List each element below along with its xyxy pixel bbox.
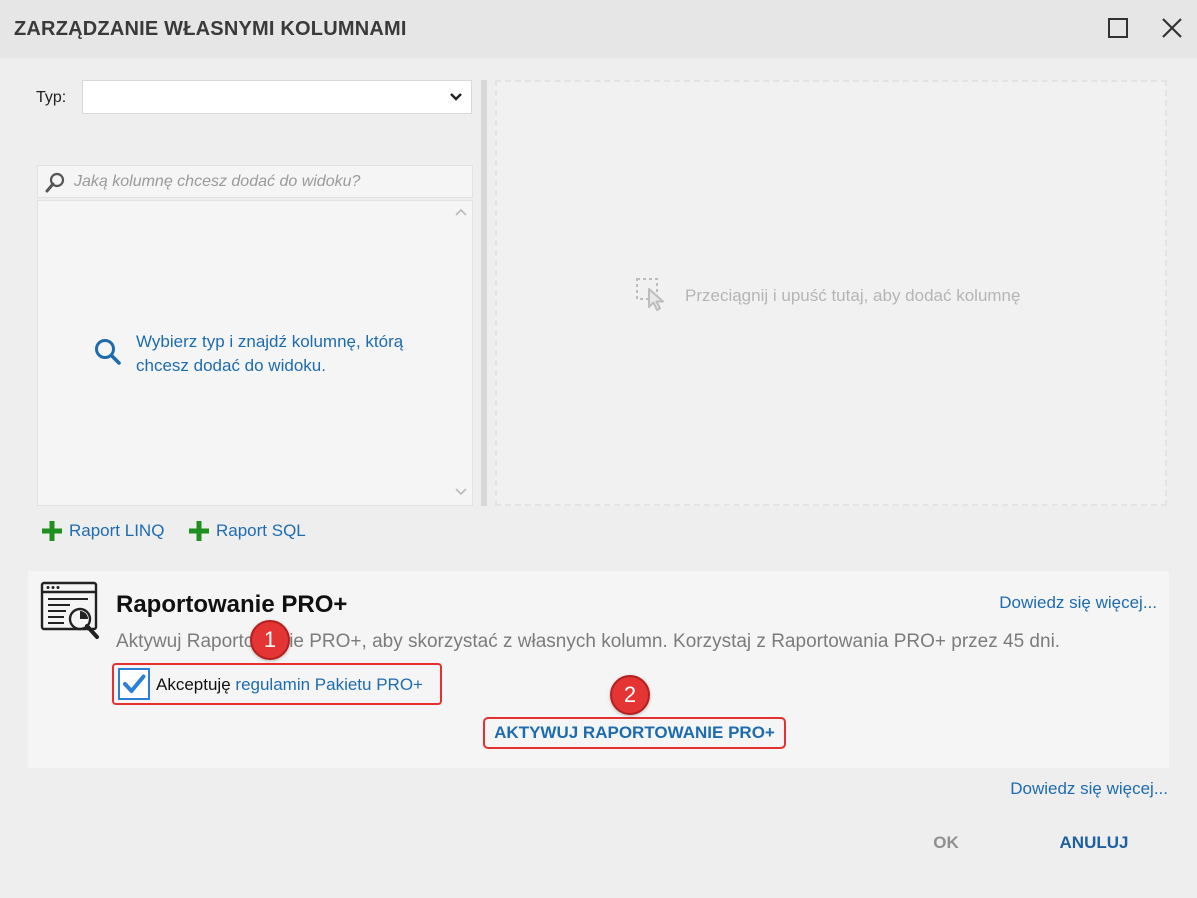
plus-icon	[189, 521, 209, 541]
drop-zone[interactable]: Przeciągnij i upuść tutaj, aby dodać kol…	[495, 80, 1167, 506]
maximize-icon[interactable]	[1104, 14, 1132, 42]
add-sql-report-label: Raport SQL	[216, 521, 306, 540]
add-linq-report-label: Raport LINQ	[69, 521, 165, 540]
annotation-badge-2: 2	[610, 675, 650, 715]
scroll-down-icon[interactable]	[454, 487, 468, 497]
type-select[interactable]	[82, 80, 472, 114]
cancel-button[interactable]: ANULUJ	[1050, 830, 1138, 856]
close-icon[interactable]	[1158, 14, 1186, 42]
accept-terms-highlight: Akceptuję regulamin Pakietu PRO+	[112, 663, 442, 705]
pro-plus-panel: Raportowanie PRO+ Dowiedz się więcej... …	[28, 571, 1169, 768]
pro-learn-more-link[interactable]: Dowiedz się więcej...	[999, 593, 1157, 613]
dialog-title: ZARZĄDZANIE WŁASNYMI KOLUMNAMI	[14, 18, 407, 40]
type-label: Typ:	[36, 89, 67, 106]
list-hint-text: Wybierz typ i znajdź kolumnę, którą chce…	[136, 332, 404, 375]
terms-link[interactable]: regulamin Pakietu PRO+	[235, 675, 423, 694]
footer-learn-more-link[interactable]: Dowiedz się więcej...	[1010, 779, 1168, 799]
add-linq-report-link[interactable]: Raport LINQ	[41, 520, 164, 542]
drag-drop-icon	[636, 278, 664, 311]
accept-terms-checkbox[interactable]	[118, 668, 150, 700]
accept-prefix: Akceptuję	[156, 675, 231, 694]
add-sql-report-link[interactable]: Raport SQL	[188, 520, 306, 542]
title-bar: ZARZĄDZANIE WŁASNYMI KOLUMNAMI	[0, 0, 1197, 58]
scroll-up-icon[interactable]	[454, 207, 468, 217]
plus-icon	[42, 521, 62, 541]
report-icon	[40, 581, 99, 639]
activate-pro-plus-button[interactable]: AKTYWUJ RAPORTOWANIE PRO+	[483, 717, 786, 749]
chevron-down-icon	[450, 93, 462, 101]
search-icon	[45, 172, 65, 193]
search-bar	[37, 165, 473, 198]
annotation-badge-1: 1	[250, 620, 290, 660]
column-list[interactable]: Wybierz typ i znajdź kolumnę, którą chce…	[37, 200, 473, 506]
drop-zone-text: Przeciągnij i upuść tutaj, aby dodać kol…	[685, 286, 1021, 305]
search-icon	[95, 339, 121, 365]
accept-terms-text: Akceptuję regulamin Pakietu PRO+	[156, 675, 423, 695]
panel-splitter[interactable]	[481, 80, 487, 506]
checkmark-icon	[123, 674, 146, 693]
search-input[interactable]	[74, 169, 464, 195]
ok-button[interactable]: OK	[918, 830, 974, 856]
pro-plus-title: Raportowanie PRO+	[116, 591, 348, 618]
